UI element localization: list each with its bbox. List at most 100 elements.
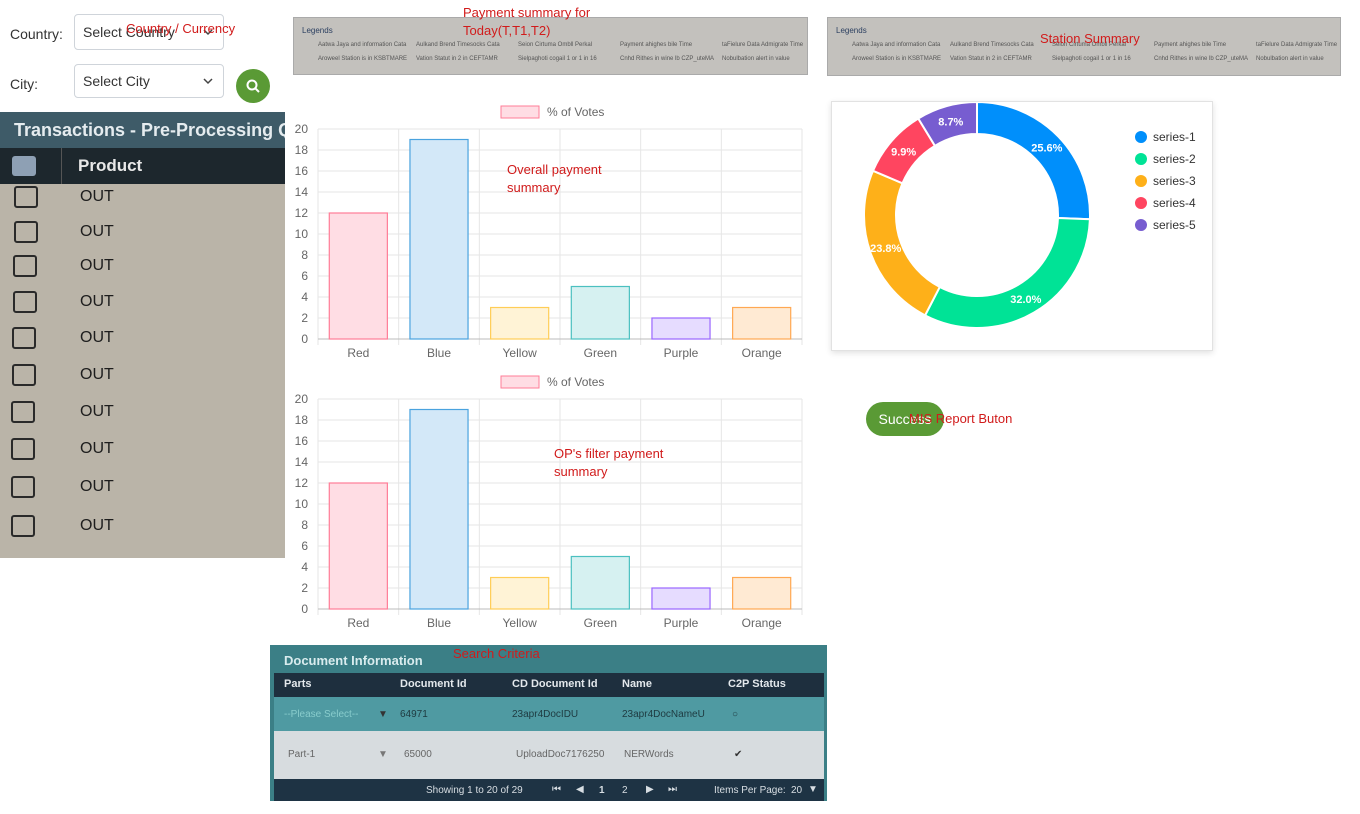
parts-select[interactable]: --Please Select-- <box>284 709 358 720</box>
row-checkbox[interactable] <box>13 255 37 277</box>
x-tick-label: Yellow <box>503 616 538 630</box>
previous-page-icon[interactable]: ◀ <box>576 784 584 795</box>
legend-label[interactable]: series-2 <box>1153 152 1196 166</box>
bar-blue[interactable] <box>409 408 469 610</box>
bar-green[interactable] <box>570 555 630 610</box>
bar-orange[interactable] <box>732 306 792 340</box>
slice-label: 25.6% <box>1031 143 1062 155</box>
product-column-label: Product <box>78 156 143 175</box>
city-select[interactable]: Select City <box>74 64 224 98</box>
select-all-checkbox[interactable] <box>12 156 36 176</box>
page-link[interactable]: 1 <box>599 785 605 796</box>
document-id-cell: 64971 <box>400 709 428 720</box>
y-tick-label: 6 <box>301 539 308 553</box>
x-tick-label: Orange <box>742 616 782 630</box>
legend-marker <box>1135 197 1147 209</box>
row-checkbox[interactable] <box>11 438 35 460</box>
first-page-icon[interactable]: ⏮ <box>552 784 561 795</box>
legend-marker <box>1135 131 1147 143</box>
document-information-panel: Document Information Parts Document Id C… <box>270 645 827 801</box>
bar-yellow[interactable] <box>490 576 550 610</box>
legend-item: Aroweel Station is in KSBTMARE <box>318 56 408 62</box>
bar-purple[interactable] <box>651 317 711 340</box>
legend-item: Seion Cirtuma Ombll Perkal <box>518 42 593 48</box>
next-page-icon[interactable]: ▶ <box>646 784 654 795</box>
column-header: Document Id <box>400 678 467 690</box>
row-checkbox[interactable] <box>14 186 38 208</box>
op-filter-annotation-line1: OP's filter payment <box>554 446 664 461</box>
country-label: Country: <box>10 26 63 42</box>
row-checkbox[interactable] <box>11 401 35 423</box>
y-tick-label: 6 <box>301 269 308 283</box>
y-tick-label: 10 <box>295 497 309 511</box>
dropdown-arrow-icon: ▼ <box>378 709 388 720</box>
bar-blue[interactable] <box>409 138 469 340</box>
y-tick-label: 10 <box>295 227 309 241</box>
y-tick-label: 4 <box>301 290 308 304</box>
transactions-column-header: Product <box>0 148 285 184</box>
station-donut-chart: 25.6% 32.0% 23.8% 9.9% 8.7% series-1 series-2 s… <box>863 100 1196 329</box>
bar-orange[interactable] <box>732 576 792 610</box>
donut-slice-series-2[interactable] <box>923 217 1091 329</box>
legend-item: Cnhd Rithes in wine lb CZP_uteMA <box>620 56 715 62</box>
bar-red[interactable] <box>328 482 388 610</box>
legend-label: % of Votes <box>547 375 604 389</box>
column-header: C2P Status <box>728 678 786 690</box>
legend-marker <box>1135 219 1147 231</box>
x-tick-label: Red <box>347 346 369 360</box>
search-button[interactable] <box>236 69 270 103</box>
chart-legend: % of Votes <box>500 105 604 119</box>
row-checkbox[interactable] <box>12 291 37 313</box>
op-filter-bar-chart: % of Votes 0 2 4 6 8 10 12 14 16 18 20 Red Blue Yellow… <box>295 375 803 630</box>
chevron-down-icon <box>203 78 213 85</box>
transactions-title: Transactions - Pre-Processing Q <box>0 112 285 148</box>
parts-select[interactable]: Part-1 <box>288 749 315 760</box>
document-id-cell: 65000 <box>404 749 432 760</box>
legend-item: Sielpaghoti cogail 1 or 1 in 16 <box>518 56 597 62</box>
x-tick-label: Purple <box>664 616 699 630</box>
legend-item: Aroweel Station is in KSBTMARE <box>852 56 942 62</box>
items-per-page-select[interactable]: 20 <box>791 785 802 796</box>
y-tick-label: 16 <box>295 434 309 448</box>
city-select-value: Select City <box>83 73 150 89</box>
payment-summary-annotation-line2: Today(T,T1,T2) <box>463 23 551 38</box>
y-tick-label: 8 <box>301 248 308 262</box>
product-cell: OUT <box>80 257 114 274</box>
last-page-icon[interactable]: ⏭ <box>668 784 677 795</box>
product-cell: OUT <box>80 403 114 420</box>
legend-item: Aatwa Jaya and information Cata <box>318 42 407 48</box>
slice-label: 23.8% <box>870 243 901 255</box>
bar-yellow[interactable] <box>490 306 550 340</box>
legend-title: Legends <box>836 26 867 35</box>
mis-report-annotation: MIS Report Buton <box>909 411 1013 426</box>
legend-label[interactable]: series-3 <box>1153 174 1196 188</box>
country-currency-annotation: Country / Currency <box>126 21 236 36</box>
bar-green[interactable] <box>570 285 630 340</box>
legend-item: Nobulbation alert in value <box>1256 56 1324 62</box>
overall-payment-bar-chart: % of Votes 0 2 4 6 8 10 12 14 16 18 20 Red Blue Yellow… <box>295 105 803 360</box>
chart-legend: % of Votes <box>500 375 604 389</box>
bar-red[interactable] <box>328 212 388 340</box>
legend-label[interactable]: series-5 <box>1153 218 1196 232</box>
row-checkbox[interactable] <box>11 364 36 386</box>
legend-label[interactable]: series-1 <box>1153 130 1196 144</box>
product-cell: OUT <box>80 478 114 495</box>
row-checkbox[interactable] <box>12 327 36 349</box>
legend-item: taFielure Data Admigrate Time <box>722 42 804 48</box>
bar-purple[interactable] <box>651 587 711 610</box>
legend-swatch <box>500 375 540 389</box>
row-checkbox[interactable] <box>13 221 38 243</box>
x-tick-label: Blue <box>427 346 451 360</box>
donut-slice-series-1[interactable] <box>976 100 1091 221</box>
row-checkbox[interactable] <box>11 515 35 537</box>
chevron-down-icon: ▼ <box>808 784 818 795</box>
y-tick-label: 16 <box>295 164 309 178</box>
pagination-bar: Showing 1 to 20 of 29 ⏮ ◀ 1 2 ▶ ⏭ Items … <box>274 779 824 801</box>
legend-item: Payment ahighes bile Time <box>1154 42 1227 48</box>
document-table-header: Parts Document Id CD Document Id Name C2… <box>274 673 824 697</box>
legend-label[interactable]: series-4 <box>1153 196 1196 210</box>
station-summary-annotation: Station Summary <box>1040 31 1140 46</box>
y-tick-label: 20 <box>295 122 309 136</box>
page-link[interactable]: 2 <box>622 785 628 796</box>
row-checkbox[interactable] <box>11 476 35 498</box>
